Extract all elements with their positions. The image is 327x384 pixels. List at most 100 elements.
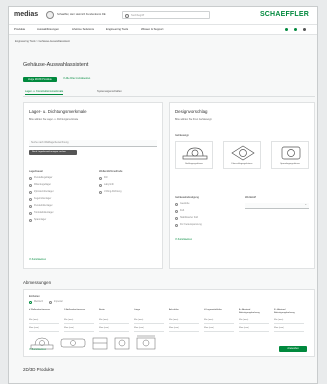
input-underline: [204, 323, 234, 324]
bearing-search-button[interactable]: Nach Lagerbezeichnungen suchen: [29, 150, 77, 155]
nav-item-lifetime[interactable]: Lifetime Solutions: [72, 27, 94, 31]
bearing-seal-panel: Lager- u. Dichtungsmerkmale Bitte wählen…: [23, 102, 163, 269]
units-imperial-radio[interactable]: [49, 301, 52, 304]
radio-button[interactable]: [29, 212, 32, 215]
dims-reset-link[interactable]: ⟳ Zurücksetzen: [29, 348, 46, 352]
favorites-icon[interactable]: [285, 28, 288, 31]
units-metric-radio[interactable]: [29, 301, 32, 304]
dimension-min-input[interactable]: Min (mm): [239, 319, 248, 322]
search-placeholder: Suchbegriff: [131, 14, 145, 17]
page-title: Gehäuse-Auswahlassistent: [23, 62, 89, 68]
dimension-max-input[interactable]: Max (mm): [204, 327, 214, 330]
dimension-min-input[interactable]: Min (mm): [99, 319, 108, 322]
housing-type-label: Gehäusetyp: [175, 134, 189, 137]
dimension-column-header: Achshöhe: [169, 309, 179, 311]
material-select[interactable]: ⌄: [245, 202, 309, 209]
dimension-min-input[interactable]: Min (mm): [29, 319, 38, 322]
dimension-min-input[interactable]: Min (mm): [204, 319, 213, 322]
dimension-max-input[interactable]: Max (mm): [64, 327, 74, 330]
radio-button[interactable]: [175, 210, 178, 213]
option-label: Gewinde: [180, 202, 190, 205]
material-label: Werkstoff: [245, 196, 256, 199]
language-selector[interactable]: DE: [102, 13, 106, 16]
main-nav: Produkte Auswahllösungen Lifetime Soluti…: [9, 25, 317, 35]
radio-button[interactable]: [29, 191, 32, 194]
show-products-button[interactable]: Zeige 2D/3D Produkte: [23, 77, 57, 82]
dimension-max-input[interactable]: Max (mm): [134, 327, 144, 330]
reset-all-filters-link[interactable]: ⟳ Alle Filter zurücksetzen: [63, 77, 90, 81]
radio-button[interactable]: [29, 184, 32, 187]
panel-subtitle: Bitte wählen Sie Ihren Gehäusetyp: [175, 118, 212, 121]
dimension-max-input[interactable]: Max (mm): [29, 327, 39, 330]
panel-title: Lager- u. Dichtungsmerkmale: [29, 109, 87, 114]
nav-item-products[interactable]: Produkte: [14, 27, 25, 31]
dimension-max-input[interactable]: Max (mm): [169, 327, 179, 330]
radio-button[interactable]: [99, 184, 102, 187]
tab-bar: Lager- u. Konstruktionsmerkmale Systemei…: [23, 89, 315, 97]
browser-frame: medias Schaeffler, Herr Heinrich Kundenk…: [8, 6, 318, 384]
plummer-block-icon: [182, 147, 208, 160]
dimension-max-input[interactable]: Max (mm): [274, 327, 284, 330]
dimension-min-input[interactable]: Min (mm): [274, 319, 283, 322]
input-underline: [64, 323, 94, 324]
dimension-max-input[interactable]: Max (mm): [99, 327, 109, 330]
medias-logo[interactable]: medias: [14, 11, 38, 19]
input-underline: [169, 331, 199, 332]
takeup-block-icon: [281, 146, 301, 160]
input-underline: [134, 323, 164, 324]
dimension-min-input[interactable]: Min (mm): [134, 319, 143, 322]
dimension-column-header: d Wellendurchmesser: [29, 309, 51, 311]
panel-subtitle: Bitte wählen Sie Lager- u. Dichtungsmerk…: [29, 118, 79, 121]
panel-title: Designvorschlag: [175, 109, 208, 114]
input-underline: [274, 331, 304, 332]
dimension-column-header: B - Abstand Befestigungsbohrung: [274, 309, 295, 314]
chevron-down-icon: ⌄: [304, 202, 307, 206]
mount-label: Gehäusebefestigung: [175, 196, 199, 199]
input-underline: [169, 323, 199, 324]
tab-bearing-features[interactable]: Lager- u. Konstruktionsmerkmale: [25, 90, 64, 96]
radio-button[interactable]: [99, 191, 102, 194]
seal-method-label: Wellendichtmethode: [99, 170, 123, 173]
radio-button[interactable]: [29, 177, 32, 180]
radio-button[interactable]: [175, 203, 178, 206]
option-label: Fuß: [180, 209, 185, 212]
dimension-column-header: Länge: [134, 309, 141, 311]
bearing-search-input[interactable]: Suche nach Wälzlagerbezeichnung: [29, 140, 157, 147]
design-proposal-panel: Designvorschlag Bitte wählen Sie Ihren G…: [169, 102, 315, 269]
compare-icon[interactable]: [294, 28, 297, 31]
schaeffler-logo[interactable]: SCHAEFFLER: [260, 11, 309, 19]
dimension-min-input[interactable]: Min (mm): [64, 319, 73, 322]
nav-item-engineering[interactable]: Engineering Tools: [106, 27, 128, 31]
housing-dimension-drawings: [30, 335, 156, 350]
housing-card-flange[interactable]: Flanschlagergehäuse: [223, 141, 261, 169]
search-input[interactable]: Suchbegriff: [122, 11, 210, 19]
dimensions-panel: Einheiten Metrisch Imperial d Wellendurc…: [23, 289, 315, 357]
user-greeting[interactable]: Schaeffler, Herr Heinrich Kundenkonto: [57, 13, 101, 16]
dimension-column-header: A - Abstand Befestigungsbohrung: [239, 309, 260, 314]
housing-card-takeup[interactable]: Spannlagergehäuse: [271, 141, 309, 169]
radio-button[interactable]: [99, 177, 102, 180]
menu-icon[interactable]: [303, 28, 306, 31]
option-label: Rillenkugellager: [34, 183, 52, 186]
radio-button[interactable]: [29, 198, 32, 201]
user-avatar-icon[interactable]: [46, 11, 54, 19]
nav-item-selection[interactable]: Auswahllösungen: [37, 27, 59, 31]
radio-button[interactable]: [175, 224, 178, 227]
radio-button[interactable]: [29, 219, 32, 222]
nav-item-support[interactable]: Wissen & Support: [141, 27, 163, 31]
right-reset-link[interactable]: ⟳ Zurücksetzen: [175, 238, 192, 242]
option-label: Für Kettenspannung: [180, 223, 202, 226]
apply-button[interactable]: Anwenden: [279, 346, 307, 352]
left-reset-link[interactable]: ⟳ Zurücksetzen: [29, 258, 46, 262]
breadcrumb[interactable]: Engineering Tools > Gehäuse-Auswahlassis…: [15, 40, 70, 43]
bearing-search-placeholder: Suche nach Wälzlagerbezeichnung: [31, 141, 69, 144]
option-label: Pendelrollenlager: [34, 204, 53, 207]
input-underline: [64, 331, 94, 332]
radio-button[interactable]: [175, 217, 178, 220]
tab-system-properties[interactable]: Systemeigenschaften: [97, 90, 122, 93]
radio-button[interactable]: [29, 205, 32, 208]
dimension-min-input[interactable]: Min (mm): [169, 319, 178, 322]
housing-card-plummer[interactable]: Stehlagergehäuse: [175, 141, 213, 169]
option-label: Filz: [104, 176, 108, 179]
dimension-max-input[interactable]: Max (mm): [239, 327, 249, 330]
